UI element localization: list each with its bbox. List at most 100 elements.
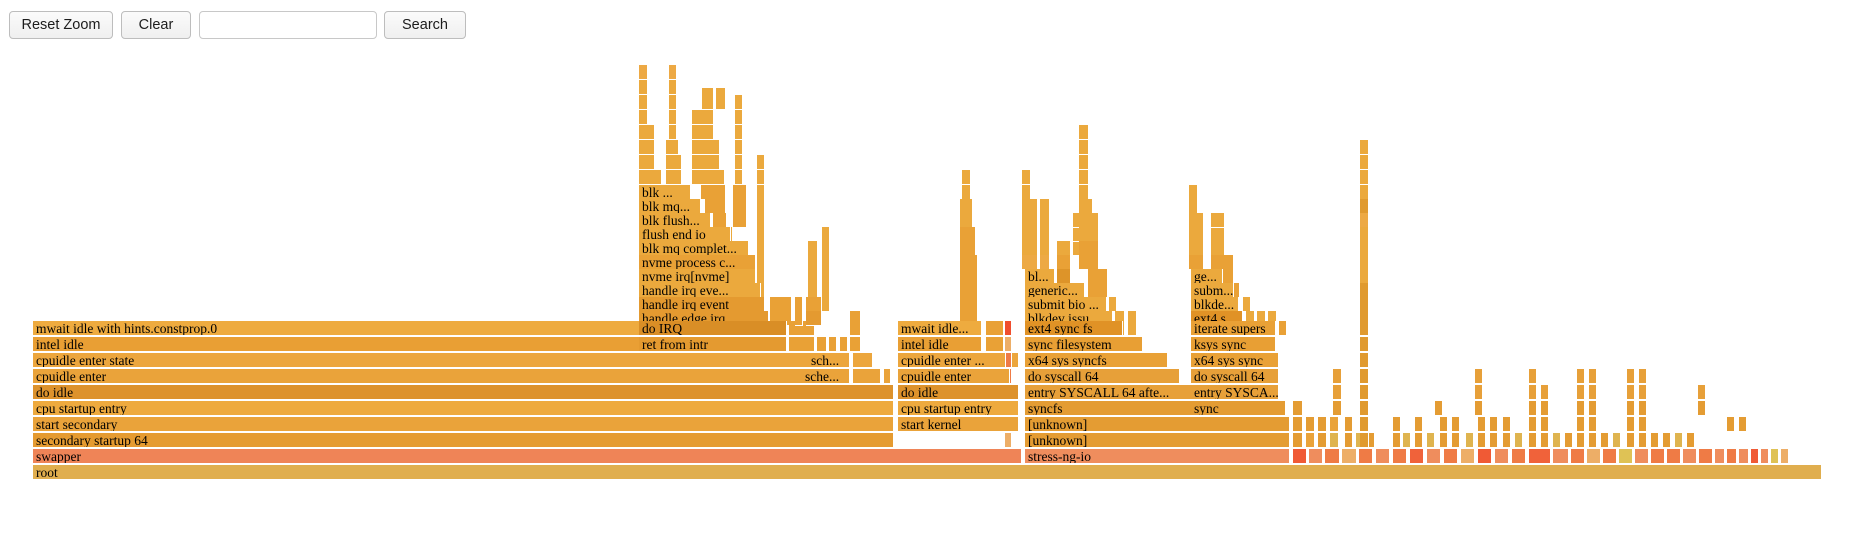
flame-block[interactable] bbox=[1627, 401, 1635, 416]
flame-block[interactable] bbox=[1461, 449, 1475, 464]
flame-frame[interactable]: blk flush... bbox=[639, 213, 711, 228]
flame-frame[interactable]: nvme process c... bbox=[639, 255, 756, 270]
flame-block[interactable] bbox=[735, 95, 743, 110]
flame-frame[interactable]: cpu startup entry bbox=[33, 401, 894, 416]
flame-block[interactable] bbox=[1330, 417, 1339, 432]
flame-block[interactable] bbox=[853, 369, 881, 384]
flame-block[interactable] bbox=[960, 241, 976, 256]
flame-block[interactable] bbox=[1022, 213, 1038, 228]
flame-block[interactable] bbox=[1360, 401, 1369, 416]
flame-block[interactable] bbox=[735, 170, 743, 185]
flame-block[interactable] bbox=[1393, 449, 1407, 464]
flame-block[interactable] bbox=[705, 199, 726, 214]
search-input[interactable] bbox=[199, 11, 377, 39]
flame-block[interactable] bbox=[960, 269, 978, 284]
flame-frame[interactable]: submit bio ... bbox=[1025, 297, 1107, 312]
flame-block[interactable] bbox=[669, 110, 677, 125]
flame-block[interactable] bbox=[1057, 269, 1071, 284]
flame-block[interactable] bbox=[1639, 369, 1647, 384]
flame-block[interactable] bbox=[692, 155, 720, 170]
flame-block[interactable] bbox=[1005, 321, 1012, 336]
flame-block[interactable] bbox=[1427, 433, 1435, 448]
flame-block[interactable] bbox=[1088, 269, 1108, 284]
flame-frame[interactable]: sync bbox=[1191, 401, 1286, 416]
flame-block[interactable] bbox=[822, 283, 830, 298]
flame-frame[interactable]: do syscall 64 bbox=[1191, 369, 1279, 384]
flame-frame[interactable]: blk ... bbox=[639, 185, 691, 200]
flame-block[interactable] bbox=[1189, 255, 1204, 270]
flame-block[interactable] bbox=[1022, 255, 1038, 270]
flame-block[interactable] bbox=[1360, 297, 1369, 312]
flame-block[interactable] bbox=[1189, 199, 1198, 214]
flame-block[interactable] bbox=[1293, 449, 1307, 464]
flame-block[interactable] bbox=[850, 321, 861, 336]
flame-block[interactable] bbox=[1211, 213, 1225, 228]
flame-block[interactable] bbox=[1079, 140, 1089, 155]
flame-block[interactable] bbox=[822, 227, 830, 242]
flame-frame[interactable]: mwait idle... bbox=[898, 321, 982, 336]
flame-frame[interactable]: bl... bbox=[1025, 269, 1055, 284]
flame-block[interactable] bbox=[1761, 449, 1769, 464]
flame-block[interactable] bbox=[1529, 449, 1551, 464]
flame-block[interactable] bbox=[789, 337, 815, 352]
flame-block[interactable] bbox=[1627, 369, 1635, 384]
flame-block[interactable] bbox=[1440, 433, 1448, 448]
clear-button[interactable]: Clear bbox=[121, 11, 191, 39]
flame-block[interactable] bbox=[1427, 449, 1441, 464]
flame-block[interactable] bbox=[757, 255, 765, 270]
flame-block[interactable] bbox=[1360, 369, 1369, 384]
flame-frame[interactable]: start secondary bbox=[33, 417, 894, 432]
flame-block[interactable] bbox=[808, 269, 818, 284]
flame-block[interactable] bbox=[669, 125, 677, 140]
flame-block[interactable] bbox=[1452, 433, 1460, 448]
flame-frame[interactable]: blk mq complet... bbox=[639, 241, 749, 256]
flame-block[interactable] bbox=[1128, 321, 1137, 336]
flame-block[interactable] bbox=[1639, 401, 1647, 416]
flame-block[interactable] bbox=[960, 199, 973, 214]
flame-frame[interactable]: x64 sys syncfs bbox=[1025, 353, 1168, 368]
flame-block[interactable] bbox=[1577, 401, 1585, 416]
flame-block[interactable] bbox=[1698, 385, 1706, 400]
flame-block[interactable] bbox=[1079, 227, 1099, 242]
flame-block[interactable] bbox=[1771, 449, 1779, 464]
flame-block[interactable] bbox=[1663, 433, 1671, 448]
flame-block[interactable] bbox=[639, 65, 648, 80]
flame-block[interactable] bbox=[986, 337, 1004, 352]
flame-block[interactable] bbox=[1333, 369, 1342, 384]
flame-block[interactable] bbox=[1475, 369, 1483, 384]
flame-block[interactable] bbox=[1541, 401, 1549, 416]
flame-block[interactable] bbox=[1478, 433, 1486, 448]
flame-block[interactable] bbox=[1639, 417, 1647, 432]
flame-block[interactable] bbox=[1243, 297, 1251, 312]
flame-block[interactable] bbox=[817, 337, 827, 352]
flame-block[interactable] bbox=[1360, 199, 1369, 214]
flame-block[interactable] bbox=[1589, 369, 1597, 384]
flame-block[interactable] bbox=[1490, 433, 1498, 448]
flame-frame[interactable]: generic... bbox=[1025, 283, 1085, 298]
flame-block[interactable] bbox=[960, 213, 973, 228]
flame-block[interactable] bbox=[1211, 227, 1225, 242]
flame-block[interactable] bbox=[639, 125, 655, 140]
search-button[interactable]: Search bbox=[384, 11, 466, 39]
flame-block[interactable] bbox=[1699, 449, 1713, 464]
flame-block[interactable] bbox=[1189, 227, 1204, 242]
flame-block[interactable] bbox=[1587, 449, 1601, 464]
flame-frame[interactable]: root bbox=[33, 465, 1822, 480]
flame-block[interactable] bbox=[1306, 417, 1315, 432]
flame-block[interactable] bbox=[840, 337, 848, 352]
flame-frame[interactable]: handle irq eve... bbox=[639, 283, 761, 298]
flame-block[interactable] bbox=[1503, 433, 1511, 448]
flame-frame[interactable]: syncfs bbox=[1025, 401, 1207, 416]
flame-block[interactable] bbox=[692, 140, 720, 155]
flame-block[interactable] bbox=[1651, 449, 1665, 464]
flame-block[interactable] bbox=[716, 88, 726, 110]
flame-block[interactable] bbox=[669, 80, 677, 95]
flame-frame[interactable]: sche... bbox=[802, 369, 850, 384]
flame-block[interactable] bbox=[757, 269, 765, 284]
flame-block[interactable] bbox=[1005, 337, 1012, 352]
flame-block[interactable] bbox=[1040, 255, 1050, 270]
flame-block[interactable] bbox=[1079, 185, 1089, 200]
flame-frame[interactable]: flush end io bbox=[639, 227, 731, 242]
flame-frame[interactable]: ret from intr bbox=[639, 337, 787, 352]
flame-frame[interactable]: sch... bbox=[808, 353, 850, 368]
